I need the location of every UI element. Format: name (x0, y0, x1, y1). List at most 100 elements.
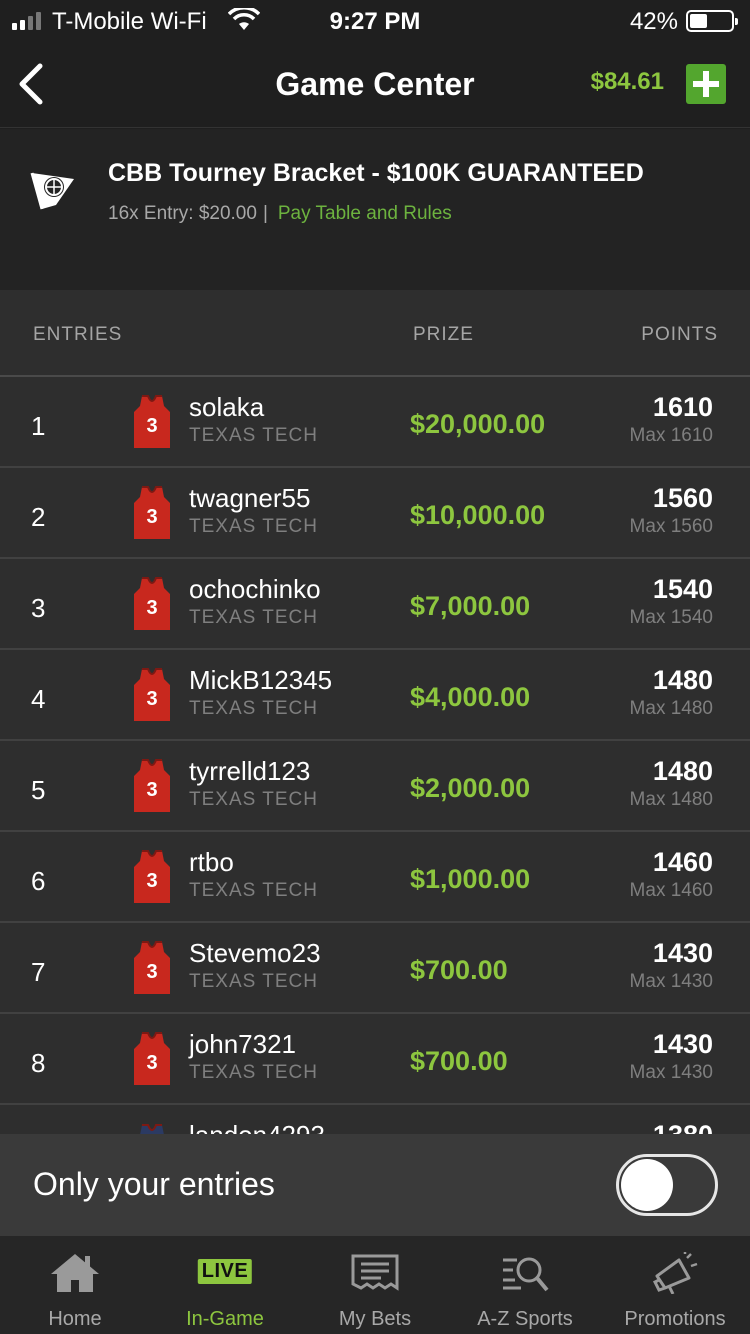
max-points: Max 1610 (629, 425, 713, 446)
table-row[interactable]: 6 3 rtbo TEXAS TECH $1,000.00 1460 Max 1… (0, 832, 750, 923)
points-value: 1480 (652, 665, 713, 695)
tab-a-z-sports[interactable]: A-Z Sports (450, 1236, 600, 1334)
jersey-icon: 3 (134, 486, 170, 539)
jersey-icon: 3 (134, 1032, 170, 1085)
username: rtbo (189, 847, 234, 877)
max-points: Max 1480 (629, 789, 713, 810)
max-points: Max 1480 (629, 698, 713, 719)
receipt-icon (351, 1254, 399, 1291)
table-row[interactable]: 5 3 tyrrelld123 TEXAS TECH $2,000.00 148… (0, 741, 750, 832)
points-value: 1460 (652, 847, 713, 877)
column-header-points[interactable]: POINTS (641, 324, 718, 346)
live-badge-icon: LIVE (197, 1259, 253, 1284)
leaderboard-table[interactable]: ENTRIES PRIZE POINTS 1 3 solaka TEXAS TE… (0, 290, 750, 1134)
column-header-prize[interactable]: PRIZE (413, 324, 474, 346)
search-list-icon (503, 1257, 549, 1292)
entry-rank: 8 (31, 1048, 46, 1078)
jersey-icon: 3 (134, 850, 170, 903)
team-name: TEXAS TECH (189, 971, 318, 992)
jersey-icon: 3 (134, 395, 170, 448)
contest-name: CBB Tourney Bracket - $100K GUARANTEED (108, 159, 644, 187)
tab-promotions[interactable]: Promotions (600, 1236, 750, 1334)
jersey-number: 3 (146, 415, 157, 437)
account-balance[interactable]: $84.61 (591, 68, 664, 96)
table-body: 1 3 solaka TEXAS TECH $20,000.00 1610 Ma… (0, 377, 750, 1134)
megaphone-icon (652, 1252, 698, 1294)
table-row[interactable]: 1 3 solaka TEXAS TECH $20,000.00 1610 Ma… (0, 377, 750, 468)
meta-separator: | (262, 203, 268, 224)
entry-rank: 1 (31, 411, 46, 441)
username: landon4293 (189, 1120, 325, 1134)
entry-rank: 3 (31, 593, 46, 623)
battery-icon (686, 10, 738, 32)
prize-amount: $10,000.00 (410, 500, 546, 530)
team-name: TEXAS TECH (189, 516, 318, 537)
chevron-left-icon[interactable] (14, 62, 48, 106)
jersey-number: 3 (146, 1052, 157, 1074)
tab-label-my-bets: My Bets (338, 1308, 412, 1330)
tab-home[interactable]: Home (0, 1236, 150, 1334)
entries-filter-bar: Only your entries (0, 1134, 750, 1236)
only-your-entries-label: Only your entries (33, 1166, 275, 1202)
home-icon (51, 1254, 99, 1292)
prize-amount: $7,000.00 (410, 591, 531, 621)
jersey-number: 3 (146, 688, 157, 710)
table-row[interactable]: 3 3 ochochinko TEXAS TECH $7,000.00 1540… (0, 559, 750, 650)
jersey-icon: 3 (134, 759, 170, 812)
username: john7321 (189, 1029, 296, 1059)
entry-rank: 4 (31, 684, 46, 714)
table-row[interactable]: 4 3 MickB12345 TEXAS TECH $4,000.00 1480… (0, 650, 750, 741)
basketball-flag-icon (30, 172, 74, 210)
tab-my-bets[interactable]: My Bets (300, 1236, 450, 1334)
prize-amount: $4,000.00 (410, 682, 531, 712)
jersey-icon (140, 1124, 164, 1134)
add-funds-button[interactable] (686, 64, 726, 104)
tab-label-home: Home (48, 1308, 102, 1330)
prize-amount: $700.00 (410, 1046, 508, 1076)
team-name: TEXAS TECH (189, 698, 318, 719)
tab-in-game[interactable]: LIVE In-Game (150, 1236, 300, 1334)
table-row[interactable]: 7 3 Stevemo23 TEXAS TECH $700.00 1430 Ma… (0, 923, 750, 1014)
prize-amount: $700.00 (410, 955, 508, 985)
navigation-header: Game Center $84.61 (0, 40, 750, 128)
entry-rank: 5 (31, 775, 46, 805)
table-row[interactable]: 2 3 twagner55 TEXAS TECH $10,000.00 1560… (0, 468, 750, 559)
username: MickB12345 (189, 665, 333, 695)
bottom-tab-bar: Home LIVE In-Game My Bets A-Z Sports Pro… (0, 1236, 750, 1334)
max-points: Max 1430 (629, 971, 713, 992)
entry-rank: 7 (31, 957, 46, 987)
team-name: TEXAS TECH (189, 789, 318, 810)
jersey-number: 3 (146, 779, 157, 801)
tab-label-in-game: In-Game (186, 1308, 264, 1330)
only-your-entries-toggle[interactable] (616, 1154, 718, 1216)
username: tyrrelld123 (189, 756, 311, 786)
points-value: 1480 (652, 756, 713, 786)
max-points: Max 1430 (629, 1062, 713, 1083)
points-value: 1540 (652, 574, 713, 604)
column-header-entries[interactable]: ENTRIES (33, 324, 122, 346)
contest-meta: 16x Entry: $20.00 | Pay Table and Rules (108, 203, 452, 225)
points-value: 1380 (653, 1120, 713, 1134)
jersey-number: 3 (146, 870, 157, 892)
tab-label-a-z-sports: A-Z Sports (477, 1308, 573, 1330)
table-row[interactable]: 8 3 john7321 TEXAS TECH $700.00 1430 Max… (0, 1014, 750, 1105)
jersey-number: 3 (146, 597, 157, 619)
prize-amount: $1,000.00 (410, 864, 531, 894)
pay-table-rules-link[interactable]: Pay Table and Rules (278, 203, 452, 224)
table-row[interactable]: landon4293 1380 (0, 1105, 750, 1134)
prize-amount: $2,000.00 (410, 773, 531, 803)
team-name: TEXAS TECH (189, 607, 318, 628)
tab-label-promotions: Promotions (624, 1308, 726, 1330)
jersey-number: 3 (146, 961, 157, 983)
jersey-icon: 3 (134, 668, 170, 721)
table-header: ENTRIES PRIZE POINTS (0, 290, 750, 377)
jersey-number: 3 (146, 506, 157, 528)
jersey-icon: 3 (134, 577, 170, 630)
max-points: Max 1560 (629, 516, 713, 537)
max-points: Max 1460 (629, 880, 713, 901)
username: solaka (189, 392, 265, 422)
points-value: 1430 (652, 938, 713, 968)
entry-fee: 16x Entry: $20.00 (108, 203, 257, 224)
jersey-icon: 3 (134, 941, 170, 994)
team-name: TEXAS TECH (189, 880, 318, 901)
